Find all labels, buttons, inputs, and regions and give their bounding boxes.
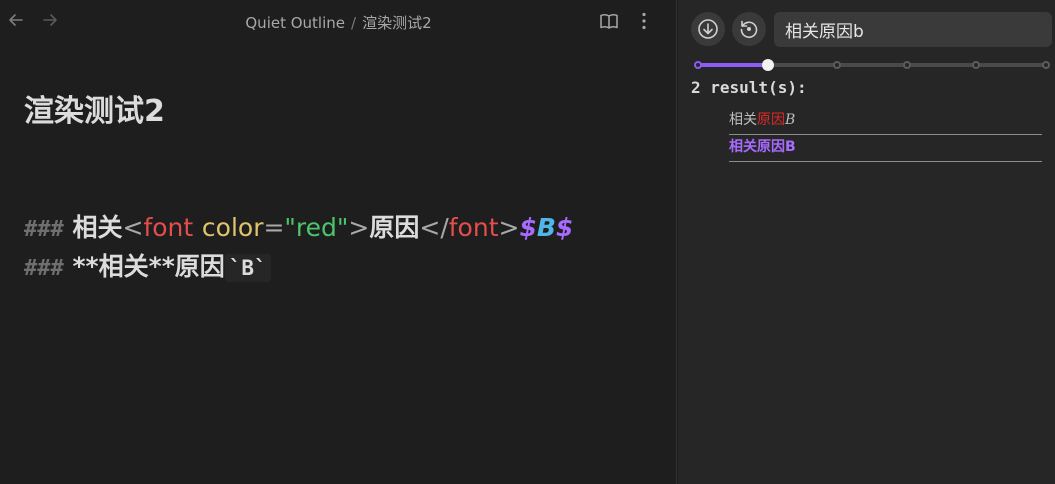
result-red-text: 原因: [757, 112, 785, 128]
html-attr-name: color: [201, 213, 264, 242]
reading-view-book-icon[interactable]: [598, 10, 620, 32]
arrow-down-circle-icon[interactable]: [691, 12, 725, 46]
heading-text-part: 相关: [72, 213, 123, 242]
result-text: 相关原因B: [729, 139, 796, 155]
slider-step-dot[interactable]: [694, 61, 702, 69]
math-delimiter: $: [555, 213, 574, 242]
slider-thumb[interactable]: [761, 59, 774, 71]
html-attr-value: "red": [284, 213, 349, 242]
document-title: 渲染测试2: [24, 94, 165, 129]
math-delimiter: $: [519, 213, 537, 242]
html-punct: <: [122, 213, 144, 242]
markdown-heading-line-2[interactable]: ### **相关**原因 `B`: [24, 247, 271, 283]
heading-level-slider[interactable]: [694, 58, 1050, 72]
math-variable: B: [536, 213, 556, 242]
editor-pane: Quiet Outline / 渲染测试2 渲染测试2 ### 相关<font co…: [0, 0, 677, 484]
result-text: 相关: [729, 112, 757, 128]
reset-history-icon[interactable]: [732, 12, 766, 46]
search-result-list: 相关原因B 相关原因B: [729, 108, 1042, 162]
html-punct: =: [263, 213, 285, 242]
slider-step-dot[interactable]: [833, 61, 842, 69]
search-result-item[interactable]: 相关原因B: [729, 108, 1042, 135]
outline-pane: 2 result(s): 相关原因B 相关原因B: [678, 0, 1055, 484]
slider-step-dot[interactable]: [1042, 61, 1050, 69]
breadcrumb-parent[interactable]: Quiet Outline: [245, 14, 345, 32]
result-math-text: B: [785, 112, 796, 128]
more-options-icon[interactable]: [633, 10, 655, 32]
html-tag-name: font: [143, 213, 194, 242]
slider-step-dot[interactable]: [902, 61, 911, 69]
breadcrumb-current[interactable]: 渲染测试2: [362, 14, 432, 32]
html-tag-name: font: [448, 213, 499, 242]
inline-code: `B`: [224, 254, 271, 282]
html-punct: >: [498, 213, 520, 242]
breadcrumb: Quiet Outline / 渲染测试2: [0, 12, 677, 33]
slider-fill: [696, 63, 768, 67]
search-result-item[interactable]: 相关原因B: [729, 135, 1042, 162]
html-punct: </: [419, 213, 449, 242]
slider-step-dot[interactable]: [972, 61, 981, 69]
heading-hashes: ###: [24, 256, 64, 281]
heading-bold-text: **相关**原因: [72, 252, 225, 281]
html-punct: >: [348, 213, 370, 242]
heading-hashes: ###: [24, 217, 64, 242]
markdown-heading-line-1[interactable]: ### 相关<font color="red">原因</font>$B$: [24, 208, 573, 244]
breadcrumb-separator: /: [351, 14, 357, 32]
editor-header: Quiet Outline / 渲染测试2: [0, 0, 677, 42]
heading-text-part: 原因: [369, 213, 420, 242]
search-result-count: 2 result(s):: [691, 78, 807, 97]
outline-search-input[interactable]: [774, 12, 1052, 47]
